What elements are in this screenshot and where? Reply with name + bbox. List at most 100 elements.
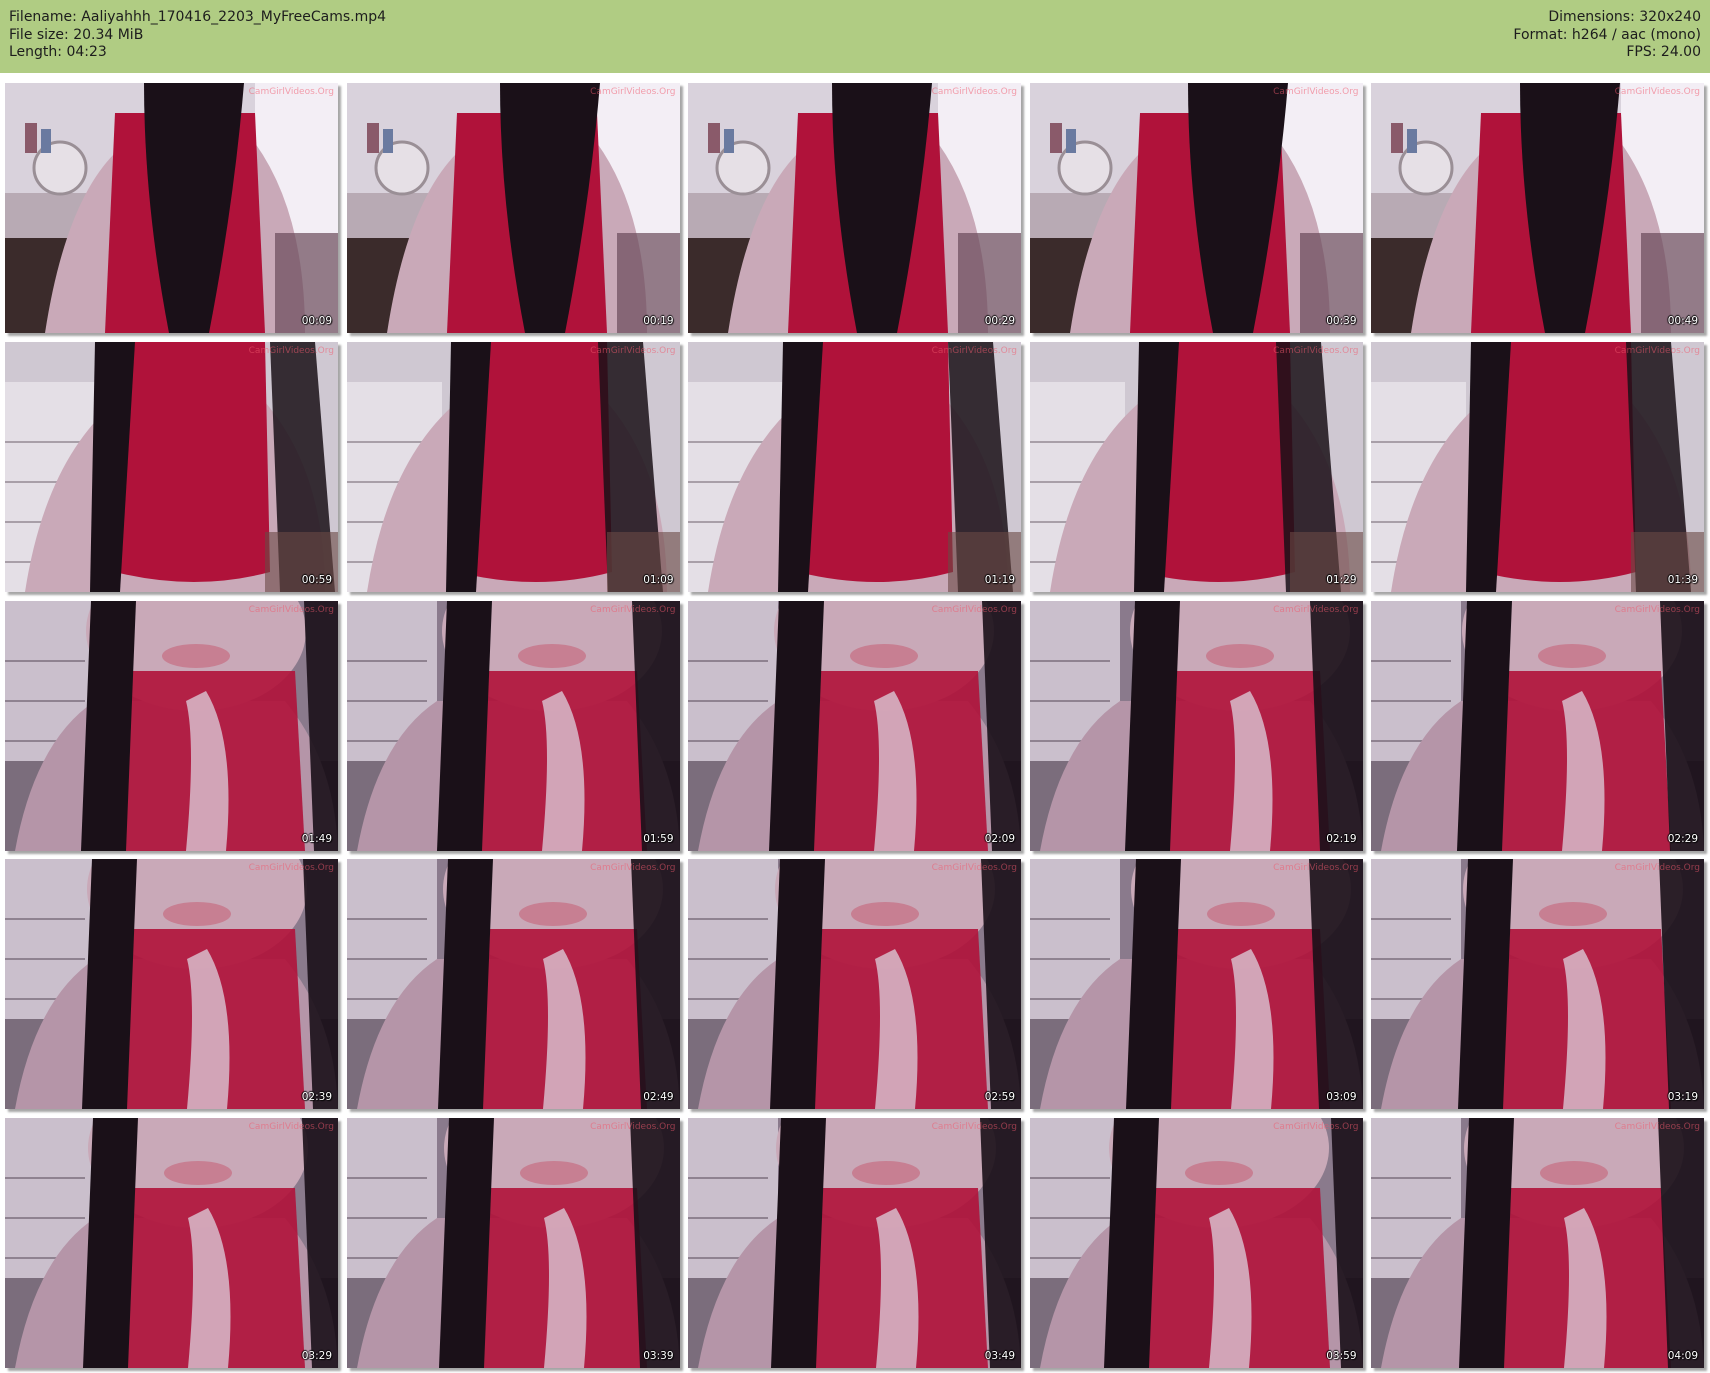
- frame-image: [1029, 341, 1363, 592]
- frame-timestamp: 01:49: [301, 832, 332, 845]
- frame-timestamp: 01:39: [1667, 573, 1698, 586]
- frame-image: [346, 341, 680, 592]
- frame-thumbnail: CamGirlVideos.Org 02:29: [1371, 600, 1704, 851]
- frame-image: [346, 600, 680, 851]
- frame-timestamp: 03:19: [1667, 1091, 1698, 1104]
- frame-timestamp: 02:09: [984, 832, 1015, 845]
- frame-timestamp: 00:49: [1667, 315, 1698, 327]
- watermark-text: CamGirlVideos.Org: [248, 1122, 334, 1132]
- frame-thumbnail: CamGirlVideos.Org 03:59: [1029, 1118, 1363, 1368]
- frame-timestamp: 03:39: [643, 1350, 674, 1362]
- watermark-text: CamGirlVideos.Org: [931, 87, 1017, 97]
- filename-label: Filename: Aaliyahhh_170416_2203_MyFreeCa…: [9, 9, 387, 25]
- length-label: Length: 04:23: [9, 44, 107, 60]
- frame-timestamp: 00:09: [301, 315, 332, 327]
- fps-label: FPS: 24.00: [1626, 44, 1701, 60]
- frame-image: [5, 1118, 338, 1368]
- frame-thumbnail: CamGirlVideos.Org 01:39: [1371, 341, 1704, 592]
- frame-thumbnail: CamGirlVideos.Org 02:39: [5, 859, 338, 1110]
- frame-image: [1371, 859, 1704, 1110]
- frame-timestamp: 01:29: [1326, 573, 1357, 586]
- frame-timestamp: 01:19: [984, 573, 1015, 586]
- info-header: Filename: Aaliyahhh_170416_2203_MyFreeCa…: [0, 0, 1710, 73]
- watermark-text: CamGirlVideos.Org: [1273, 1122, 1359, 1132]
- frame-thumbnail: CamGirlVideos.Org 02:19: [1029, 600, 1363, 851]
- dimensions-label: Dimensions: 320x240: [1548, 9, 1701, 25]
- watermark-text: CamGirlVideos.Org: [931, 345, 1017, 356]
- watermark-text: CamGirlVideos.Org: [1273, 863, 1359, 874]
- frame-image: [5, 600, 338, 851]
- frame-thumbnail: CamGirlVideos.Org 03:09: [1029, 859, 1363, 1110]
- watermark-text: CamGirlVideos.Org: [1614, 1122, 1700, 1132]
- frame-timestamp: 00:29: [984, 315, 1015, 327]
- frame-thumbnail: CamGirlVideos.Org 00:29: [688, 83, 1021, 333]
- frame-thumbnail: CamGirlVideos.Org 00:59: [5, 341, 338, 592]
- frame-timestamp: 02:29: [1667, 832, 1698, 845]
- watermark-text: CamGirlVideos.Org: [248, 345, 334, 356]
- frame-thumbnail: CamGirlVideos.Org 01:09: [346, 341, 680, 592]
- frame-image: [5, 83, 338, 333]
- frame-thumbnail: CamGirlVideos.Org 00:39: [1029, 83, 1363, 333]
- frame-thumbnail: CamGirlVideos.Org 01:59: [346, 600, 680, 851]
- watermark-text: CamGirlVideos.Org: [1273, 87, 1359, 97]
- frame-timestamp: 00:39: [1326, 315, 1357, 327]
- frame-thumbnail: CamGirlVideos.Org 02:49: [346, 859, 680, 1110]
- frame-image: [346, 83, 680, 333]
- frame-thumbnail: CamGirlVideos.Org 01:49: [5, 600, 338, 851]
- frame-thumbnail: CamGirlVideos.Org 01:29: [1029, 341, 1363, 592]
- watermark-text: CamGirlVideos.Org: [931, 1122, 1017, 1132]
- frame-thumbnail: CamGirlVideos.Org 02:59: [688, 859, 1021, 1110]
- frame-image: [346, 859, 680, 1110]
- frame-image: [346, 1118, 680, 1368]
- info-left: Filename: Aaliyahhh_170416_2203_MyFreeCa…: [9, 9, 386, 62]
- watermark-text: CamGirlVideos.Org: [1614, 345, 1700, 356]
- frame-image: [688, 859, 1021, 1110]
- watermark-text: CamGirlVideos.Org: [248, 604, 334, 615]
- frame-thumbnail: CamGirlVideos.Org 01:19: [688, 341, 1021, 592]
- watermark-text: CamGirlVideos.Org: [590, 863, 676, 874]
- frame-timestamp: 04:09: [1667, 1350, 1698, 1362]
- frame-thumbnail: CamGirlVideos.Org 02:09: [688, 600, 1021, 851]
- watermark-text: CamGirlVideos.Org: [590, 87, 676, 97]
- watermark-text: CamGirlVideos.Org: [248, 863, 334, 874]
- frame-timestamp: 00:59: [301, 573, 332, 586]
- frame-timestamp: 03:09: [1326, 1091, 1357, 1104]
- frame-timestamp: 02:49: [643, 1091, 674, 1104]
- frame-image: [1371, 341, 1704, 592]
- info-right: Dimensions: 320x240 Format: h264 / aac (…: [1513, 9, 1701, 62]
- frame-image: [1371, 1118, 1704, 1368]
- frame-timestamp: 01:59: [643, 832, 674, 845]
- watermark-text: CamGirlVideos.Org: [590, 345, 676, 356]
- frame-thumbnail: CamGirlVideos.Org 03:49: [688, 1118, 1021, 1368]
- frame-timestamp: 00:19: [643, 315, 674, 327]
- frame-image: [5, 859, 338, 1110]
- frame-image: [1029, 859, 1363, 1110]
- watermark-text: CamGirlVideos.Org: [1614, 863, 1700, 874]
- frame-image: [1371, 600, 1704, 851]
- frame-image: [1029, 83, 1363, 333]
- watermark-text: CamGirlVideos.Org: [590, 1122, 676, 1132]
- frame-thumbnail: CamGirlVideos.Org 04:09: [1371, 1118, 1704, 1368]
- frame-timestamp: 02:39: [301, 1091, 332, 1104]
- frame-timestamp: 03:29: [301, 1350, 332, 1362]
- frame-thumbnail: CamGirlVideos.Org 00:09: [5, 83, 338, 333]
- frame-image: [688, 600, 1021, 851]
- frame-image: [688, 1118, 1021, 1368]
- frame-image: [1029, 600, 1363, 851]
- watermark-text: CamGirlVideos.Org: [590, 604, 676, 615]
- watermark-text: CamGirlVideos.Org: [1614, 604, 1700, 615]
- watermark-text: CamGirlVideos.Org: [1273, 604, 1359, 615]
- frame-image: [5, 341, 338, 592]
- frame-thumbnail: CamGirlVideos.Org 00:19: [346, 83, 680, 333]
- frame-image: [688, 83, 1021, 333]
- format-label: Format: h264 / aac (mono): [1513, 26, 1701, 43]
- frame-image: [1371, 83, 1704, 333]
- watermark-text: CamGirlVideos.Org: [248, 87, 334, 97]
- watermark-text: CamGirlVideos.Org: [931, 863, 1017, 874]
- watermark-text: CamGirlVideos.Org: [1273, 345, 1359, 356]
- frame-thumbnail: CamGirlVideos.Org 03:29: [5, 1118, 338, 1368]
- watermark-text: CamGirlVideos.Org: [931, 604, 1017, 615]
- frame-thumbnail: CamGirlVideos.Org 00:49: [1371, 83, 1704, 333]
- frame-image: [1029, 1118, 1363, 1368]
- frame-image: [688, 341, 1021, 592]
